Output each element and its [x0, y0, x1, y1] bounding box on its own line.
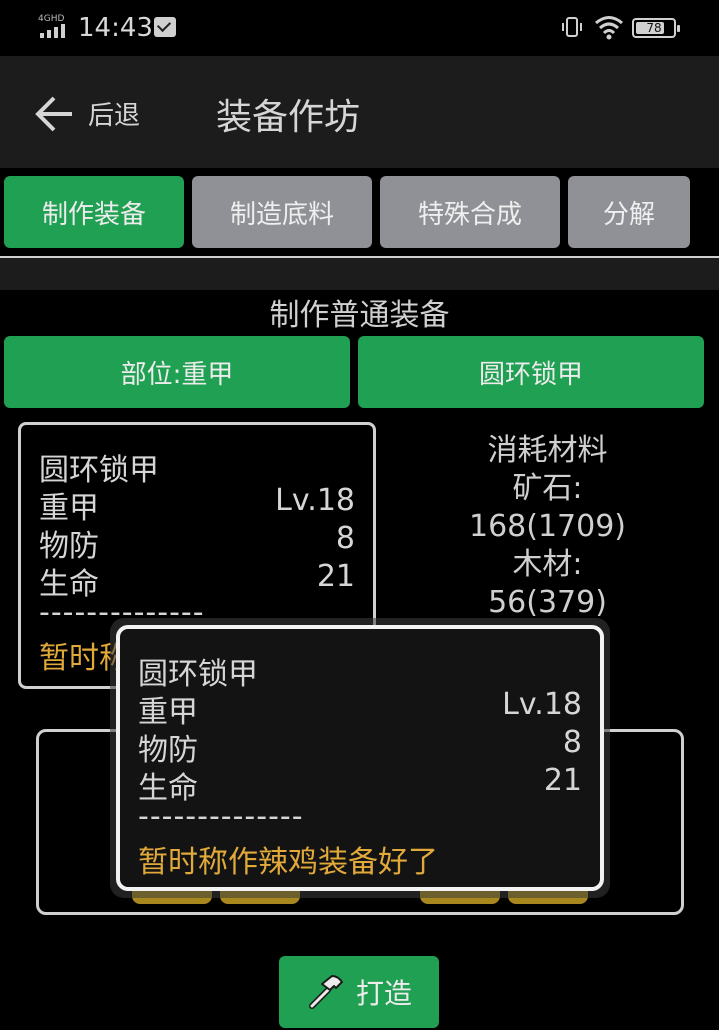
material-value: 56(379) [488, 585, 607, 620]
app-bar: 后退 装备作坊 [0, 56, 719, 168]
forge-button-label: 打造 [355, 977, 412, 1010]
item-separator: -------------- [138, 799, 304, 834]
spacer-band [0, 258, 719, 290]
page-title: 装备作坊 [216, 97, 361, 138]
material-label: 矿石: [512, 471, 583, 506]
hammer-icon [308, 975, 343, 1009]
battery-percent: 78 [646, 21, 662, 35]
stat-value: 21 [316, 559, 355, 594]
wifi-icon [595, 16, 623, 40]
item-description: 暂时称作辣鸡装备好了 [39, 641, 119, 676]
status-bar: 4GHD 14:43 78 [0, 0, 719, 56]
item-description: 暂时称作辣鸡装备好了 [138, 845, 438, 880]
tab-decompose[interactable]: 分解 [568, 176, 690, 248]
status-time: 14:43 [78, 13, 153, 43]
item-selector-button[interactable]: 圆环锁甲 [358, 336, 704, 408]
tab-special-synthesis[interactable]: 特殊合成 [380, 176, 560, 248]
materials-title: 消耗材料 [487, 433, 608, 468]
back-arrow-icon[interactable] [32, 94, 76, 134]
forge-button[interactable]: 打造 [279, 956, 439, 1028]
stat-value: 21 [543, 763, 582, 798]
tab-bar: 制作装备 制造底料 特殊合成 分解 [0, 168, 719, 256]
tab-craft-equipment[interactable]: 制作装备 [4, 176, 184, 248]
tab-make-base-material[interactable]: 制造底料 [192, 176, 372, 248]
vibrate-icon [562, 17, 582, 37]
battery-icon: 78 [632, 18, 680, 38]
notification-icon [154, 17, 176, 37]
materials-panel: 消耗材料 矿石: 168(1709) 木材: 56(379) [376, 432, 719, 622]
section-title: 制作普通装备 [269, 298, 450, 333]
signal-icon [40, 24, 65, 38]
material-value: 168(1709) [468, 509, 627, 544]
network-type: 4GHD [38, 14, 65, 24]
material-label: 木材: [512, 547, 583, 582]
back-button[interactable]: 后退 [88, 95, 140, 132]
slot-selector-button[interactable]: 部位:重甲 [4, 336, 350, 408]
item-tooltip-popup: 圆环锁甲 重甲 Lv.18 物防 8 生命 21 -------------- … [116, 625, 604, 891]
